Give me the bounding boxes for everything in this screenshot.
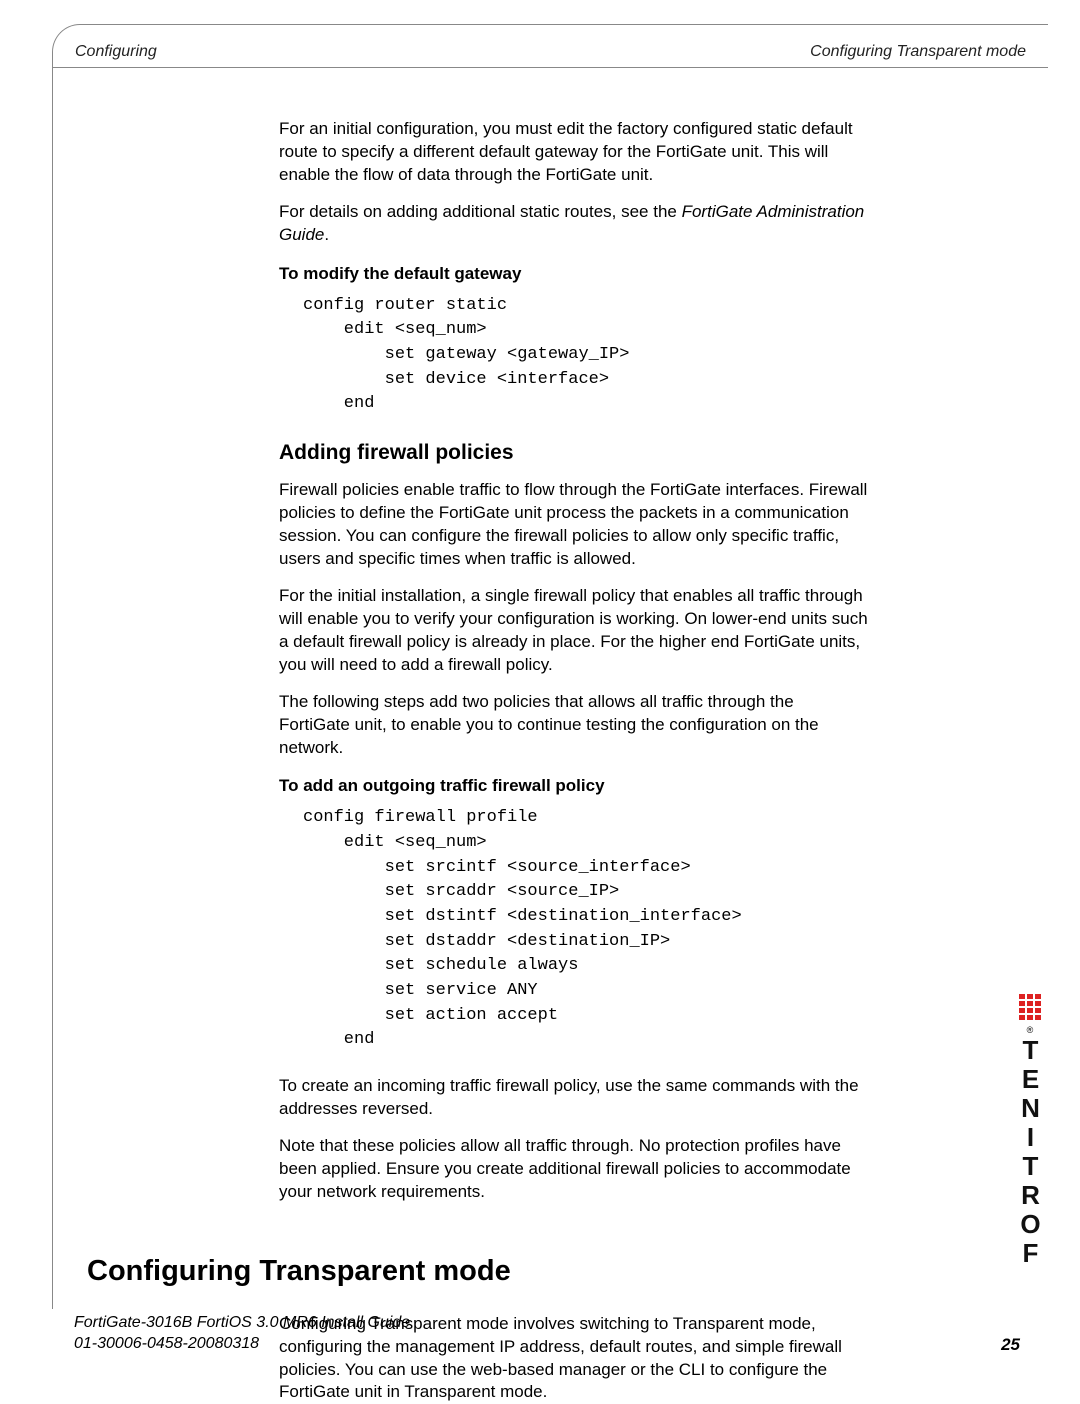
- heading-configuring-transparent-mode: Configuring Transparent mode: [87, 1252, 868, 1291]
- intro-paragraph-2-post: .: [324, 225, 329, 244]
- firewall-paragraph-4: To create an incoming traffic firewall p…: [279, 1075, 868, 1121]
- logo-letter: F: [1016, 1239, 1044, 1267]
- fortinet-logo: F O R T I N E T ®: [1016, 990, 1044, 1267]
- page-footer: FortiGate-3016B FortiOS 3.0 MR6 Install …: [74, 1313, 1020, 1355]
- logo-letter: E: [1016, 1065, 1044, 1093]
- instruction-add-outgoing-policy: To add an outgoing traffic firewall poli…: [279, 775, 868, 798]
- page-frame: Configuring Configuring Transparent mode…: [52, 24, 1048, 1309]
- page-number: 25: [1001, 1335, 1020, 1355]
- code-block-firewall-profile: config firewall profile edit <seq_num> s…: [303, 806, 868, 1052]
- logo-letter: R: [1016, 1181, 1044, 1209]
- firewall-paragraph-1: Firewall policies enable traffic to flow…: [279, 479, 868, 571]
- logo-letter: T: [1016, 1152, 1044, 1180]
- logo-registered-mark: ®: [1027, 1025, 1034, 1035]
- header-left: Configuring: [75, 43, 157, 61]
- footer-doc-id: 01-30006-0458-20080318: [74, 1334, 410, 1355]
- code-block-router-static: config router static edit <seq_num> set …: [303, 294, 868, 417]
- firewall-paragraph-5: Note that these policies allow all traff…: [279, 1135, 868, 1204]
- logo-letter: I: [1016, 1123, 1044, 1151]
- logo-letter: O: [1016, 1210, 1044, 1238]
- header-right: Configuring Transparent mode: [810, 43, 1026, 61]
- firewall-paragraph-3: The following steps add two policies tha…: [279, 691, 868, 760]
- intro-paragraph-2-pre: For details on adding additional static …: [279, 202, 682, 221]
- page-content: For an initial configuration, you must e…: [53, 68, 1048, 1404]
- fortinet-grid-icon: [1019, 994, 1041, 1020]
- footer-doc-title: FortiGate-3016B FortiOS 3.0 MR6 Install …: [74, 1313, 410, 1334]
- logo-letter: N: [1016, 1094, 1044, 1122]
- instruction-modify-default-gateway: To modify the default gateway: [279, 263, 868, 286]
- intro-paragraph-1: For an initial configuration, you must e…: [279, 118, 868, 187]
- intro-paragraph-2: For details on adding additional static …: [279, 201, 868, 247]
- firewall-paragraph-2: For the initial installation, a single f…: [279, 585, 868, 677]
- heading-adding-firewall-policies: Adding firewall policies: [279, 439, 868, 467]
- page-header: Configuring Configuring Transparent mode: [53, 25, 1048, 67]
- footer-left: FortiGate-3016B FortiOS 3.0 MR6 Install …: [74, 1313, 410, 1355]
- logo-letter: T: [1016, 1036, 1044, 1064]
